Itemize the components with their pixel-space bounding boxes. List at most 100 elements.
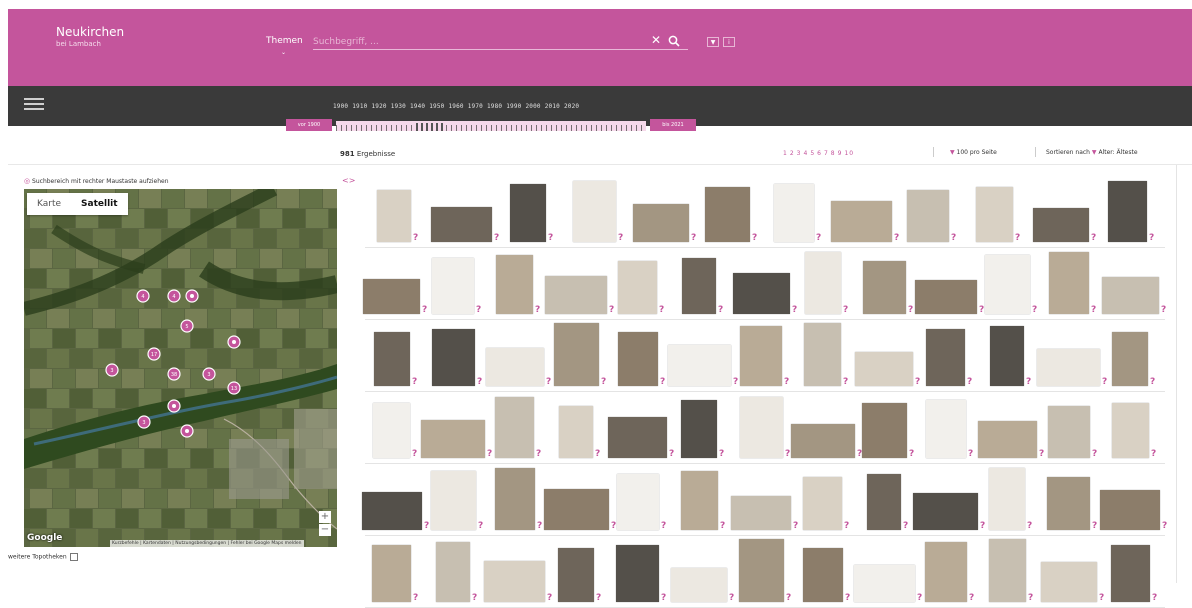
result-thumbnail[interactable]: [1102, 277, 1159, 314]
unknown-marker[interactable]: ?: [969, 593, 974, 603]
result-thumbnail[interactable]: [559, 406, 593, 458]
unknown-marker[interactable]: ?: [733, 377, 738, 387]
unknown-marker[interactable]: ?: [917, 593, 922, 603]
unknown-marker[interactable]: ?: [1149, 233, 1154, 243]
unknown-marker[interactable]: ?: [535, 305, 540, 315]
dropdown-icon[interactable]: ▼: [707, 37, 719, 47]
page-link[interactable]: 3: [797, 150, 802, 157]
unknown-marker[interactable]: ?: [601, 377, 606, 387]
result-thumbnail[interactable]: [377, 190, 411, 242]
unknown-marker[interactable]: ?: [412, 449, 417, 459]
unknown-marker[interactable]: ?: [1039, 449, 1044, 459]
search-icon[interactable]: [668, 35, 680, 47]
result-thumbnail[interactable]: [1048, 406, 1090, 458]
unknown-marker[interactable]: ?: [784, 377, 789, 387]
result-thumbnail[interactable]: [774, 184, 814, 242]
unknown-marker[interactable]: ?: [422, 305, 427, 315]
unknown-marker[interactable]: ?: [536, 449, 541, 459]
result-thumbnail[interactable]: [545, 276, 607, 314]
result-thumbnail[interactable]: [1047, 477, 1090, 530]
result-thumbnail[interactable]: [854, 565, 915, 602]
unknown-marker[interactable]: ?: [968, 449, 973, 459]
zoom-out-button[interactable]: −: [319, 524, 331, 536]
unknown-marker[interactable]: ?: [1150, 377, 1155, 387]
unknown-marker[interactable]: ?: [478, 521, 483, 531]
result-thumbnail[interactable]: [1112, 332, 1148, 386]
result-thumbnail[interactable]: [1037, 349, 1100, 386]
unknown-marker[interactable]: ?: [843, 305, 848, 315]
result-thumbnail[interactable]: [926, 400, 966, 458]
result-thumbnail[interactable]: [671, 568, 727, 602]
result-thumbnail[interactable]: [363, 279, 420, 314]
unknown-marker[interactable]: ?: [537, 521, 542, 531]
page-link[interactable]: 7: [824, 150, 829, 157]
unknown-marker[interactable]: ?: [1092, 449, 1097, 459]
unknown-marker[interactable]: ?: [546, 377, 551, 387]
result-thumbnail[interactable]: [495, 468, 535, 530]
result-thumbnail[interactable]: [1111, 545, 1150, 602]
search-input[interactable]: [313, 34, 688, 50]
unknown-marker[interactable]: ?: [476, 305, 481, 315]
result-thumbnail[interactable]: [616, 545, 659, 602]
unknown-marker[interactable]: ?: [487, 449, 492, 459]
result-thumbnail[interactable]: [573, 181, 616, 242]
unknown-marker[interactable]: ?: [718, 305, 723, 315]
unknown-marker[interactable]: ?: [611, 521, 616, 531]
result-thumbnail[interactable]: [913, 493, 978, 530]
result-thumbnail[interactable]: [925, 542, 967, 602]
unknown-marker[interactable]: ?: [494, 233, 499, 243]
result-thumbnail[interactable]: [432, 329, 475, 386]
result-thumbnail[interactable]: [608, 417, 667, 458]
unknown-marker[interactable]: ?: [1091, 305, 1096, 315]
result-thumbnail[interactable]: [976, 187, 1013, 242]
result-thumbnail[interactable]: [1112, 403, 1149, 458]
result-thumbnail[interactable]: [803, 477, 842, 530]
unknown-marker[interactable]: ?: [661, 593, 666, 603]
result-thumbnail[interactable]: [1041, 562, 1097, 602]
page-link[interactable]: 2: [790, 150, 795, 157]
close-icon[interactable]: ✕: [651, 33, 661, 47]
unknown-marker[interactable]: ?: [894, 233, 899, 243]
unknown-marker[interactable]: ?: [843, 377, 848, 387]
unknown-marker[interactable]: ?: [720, 521, 725, 531]
page-link[interactable]: 10: [844, 150, 854, 157]
unknown-marker[interactable]: ?: [967, 377, 972, 387]
unknown-marker[interactable]: ?: [908, 305, 913, 315]
result-thumbnail[interactable]: [617, 474, 659, 530]
map-marker[interactable]: [227, 335, 241, 349]
themen-menu[interactable]: Themen: [266, 36, 303, 46]
unknown-marker[interactable]: ?: [792, 305, 797, 315]
unknown-marker[interactable]: ?: [915, 377, 920, 387]
result-thumbnail[interactable]: [740, 326, 782, 386]
info-icon[interactable]: i: [723, 37, 735, 47]
unknown-marker[interactable]: ?: [752, 233, 757, 243]
result-thumbnail[interactable]: [431, 471, 476, 530]
page-link[interactable]: 1: [783, 150, 788, 157]
result-thumbnail[interactable]: [510, 184, 546, 242]
map-type-tabs[interactable]: Karte Satellit: [27, 193, 128, 215]
map-marker[interactable]: 3: [105, 363, 119, 377]
result-thumbnail[interactable]: [705, 187, 750, 242]
unknown-marker[interactable]: ?: [1151, 449, 1156, 459]
unknown-marker[interactable]: ?: [669, 449, 674, 459]
unknown-marker[interactable]: ?: [1015, 233, 1020, 243]
result-thumbnail[interactable]: [985, 255, 1030, 314]
unknown-marker[interactable]: ?: [659, 305, 664, 315]
result-thumbnail[interactable]: [682, 258, 716, 314]
result-thumbnail[interactable]: [867, 474, 901, 530]
result-thumbnail[interactable]: [804, 323, 841, 386]
result-thumbnail[interactable]: [618, 332, 658, 386]
unknown-marker[interactable]: ?: [1032, 305, 1037, 315]
map-marker[interactable]: [167, 399, 181, 413]
result-thumbnail[interactable]: [1049, 252, 1089, 314]
topotheken-checkbox[interactable]: [69, 553, 78, 561]
result-thumbnail[interactable]: [978, 421, 1037, 458]
result-thumbnail[interactable]: [733, 273, 790, 314]
unknown-marker[interactable]: ?: [618, 233, 623, 243]
map-marker[interactable]: [180, 424, 194, 438]
sort-select[interactable]: Sortieren nach ▼ Alter: Älteste: [1046, 149, 1138, 156]
result-thumbnail[interactable]: [554, 323, 599, 386]
unknown-marker[interactable]: ?: [412, 377, 417, 387]
unknown-marker[interactable]: ?: [691, 233, 696, 243]
unknown-marker[interactable]: ?: [413, 593, 418, 603]
